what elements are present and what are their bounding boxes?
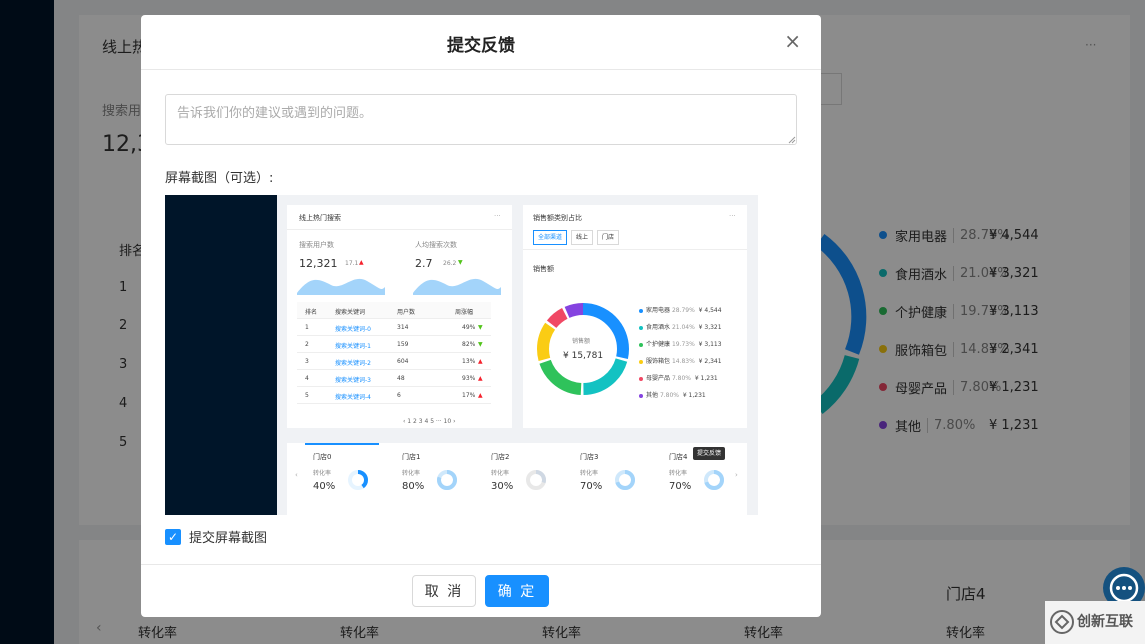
preview-hot-search-card: 线上热门搜索 ··· 搜索用户数 12,321 17.1 ▲ 人均搜索次数 2.… xyxy=(287,205,512,428)
table-row: 2搜索关键词-115982%▼ xyxy=(297,336,491,353)
preview-sales-donut xyxy=(535,301,631,397)
submit-screenshot-checkbox[interactable]: ✓ xyxy=(165,529,181,545)
preview-search-users-delta: 17.1 xyxy=(345,259,358,268)
preview-search-users-value: 12,321 xyxy=(299,257,338,270)
preview-store-name: 门店1 xyxy=(402,453,420,462)
preview-store-name: 门店2 xyxy=(491,453,509,462)
cancel-button[interactable]: 取 消 xyxy=(412,575,476,607)
preview-store-conv-label: 转化率 xyxy=(491,469,509,478)
preview-store-conv-label: 转化率 xyxy=(669,469,687,478)
preview-avg-searches-delta: 26.2 xyxy=(443,259,456,268)
modal-header: 提交反馈 × xyxy=(141,15,821,70)
preview-sparkline-2 xyxy=(413,271,501,295)
preview-store-conv-label: 转化率 xyxy=(313,469,331,478)
preview-prev-arrow-icon[interactable]: ‹ xyxy=(295,471,298,480)
preview-sales-label: 销售额 xyxy=(533,265,554,274)
preview-sales-card: 销售额类别占比 ··· 全部渠道 线上 门店 销售额 销售额 ¥ 15,781 … xyxy=(523,205,747,428)
preview-tab-all[interactable]: 全部渠道 xyxy=(533,230,567,245)
preview-card-divider xyxy=(523,249,747,250)
feedback-modal: 提交反馈 × 屏幕截图（可选）: 线上热门搜索 ··· 搜索用户数 12,321… xyxy=(141,15,821,617)
table-row: 3搜索关键词-260413%▲ xyxy=(297,353,491,370)
preview-store-ring xyxy=(436,469,458,491)
preview-legend-item: 服饰箱包 14.83% ¥ 2,341 xyxy=(639,356,722,365)
preview-store-conv-value: 70% xyxy=(580,481,602,493)
close-icon[interactable]: × xyxy=(784,31,801,51)
preview-store-ring xyxy=(614,469,636,491)
submit-screenshot-label: 提交屏幕截图 xyxy=(189,527,267,546)
preview-store-ring xyxy=(525,469,547,491)
preview-card-divider xyxy=(287,229,512,230)
table-row: 1搜索关键词-031449%▼ xyxy=(297,319,491,336)
modal-footer: 取 消 确 定 xyxy=(141,564,821,617)
preview-more-icon: ··· xyxy=(494,212,501,221)
preview-stores-card: ‹ › 门店0 转化率 40% 门店1 转化率 80% 门店2 转化率 30% … xyxy=(287,443,747,515)
preview-avg-searches-value: 2.7 xyxy=(415,257,433,270)
preview-table-header: 排名 搜索关键词 用户数 周涨幅 xyxy=(297,302,491,319)
preview-table: 排名 搜索关键词 用户数 周涨幅 1搜索关键词-031449%▼ 2搜索关键词-… xyxy=(287,300,512,410)
watermark-text: 创新互联 xyxy=(1077,611,1133,631)
preview-store-name: 门店3 xyxy=(580,453,598,462)
watermark-logo: 创新互联 xyxy=(1045,601,1145,644)
preview-store-conv-label: 转化率 xyxy=(580,469,598,478)
table-row: 4搜索关键词-34893%▲ xyxy=(297,370,491,387)
preview-card-title: 线上热门搜索 xyxy=(299,214,341,223)
preview-tab-store[interactable]: 门店 xyxy=(597,230,619,245)
preview-active-tab-bar xyxy=(305,443,379,445)
preview-donut-label: 销售额 xyxy=(572,337,590,346)
preview-down-arrow-icon: ▼ xyxy=(458,258,463,267)
screenshot-preview: 线上热门搜索 ··· 搜索用户数 12,321 17.1 ▲ 人均搜索次数 2.… xyxy=(165,195,758,515)
preview-store-conv-value: 40% xyxy=(313,481,335,493)
preview-store-conv-value: 30% xyxy=(491,481,513,493)
preview-avg-searches-label: 人均搜索次数 xyxy=(415,241,457,250)
preview-store-name: 门店0 xyxy=(313,453,331,462)
preview-legend-item: 家用电器 28.79% ¥ 4,544 xyxy=(639,305,722,314)
preview-next-arrow-icon[interactable]: › xyxy=(735,471,738,480)
watermark-icon xyxy=(1049,609,1075,635)
screenshot-label: 屏幕截图（可选）: xyxy=(165,167,273,186)
preview-legend-item: 个护健康 19.73% ¥ 3,113 xyxy=(639,339,722,348)
preview-legend-item: 其他 7.80% ¥ 1,231 xyxy=(639,390,706,399)
preview-donut-value: ¥ 15,781 xyxy=(563,351,603,362)
preview-store-conv-label: 转化率 xyxy=(402,469,420,478)
preview-tab-online[interactable]: 线上 xyxy=(571,230,593,245)
feedback-textarea[interactable] xyxy=(165,94,797,145)
preview-legend-item: 食用酒水 21.04% ¥ 3,321 xyxy=(639,322,722,331)
preview-legend-item: 母婴产品 7.80% ¥ 1,231 xyxy=(639,373,718,382)
preview-store-conv-value: 70% xyxy=(669,481,691,493)
preview-more-icon: ··· xyxy=(729,212,736,221)
submit-screenshot-checkbox-row[interactable]: ✓ 提交屏幕截图 xyxy=(165,527,267,546)
preview-store-ring xyxy=(347,469,369,491)
table-row: 5搜索关键词-4617%▲ xyxy=(297,387,491,404)
preview-pagination[interactable]: ‹ 1 2 3 4 5 ··· 10 › xyxy=(403,417,456,426)
preview-sparkline-1 xyxy=(297,271,385,295)
preview-store-name: 门店4 xyxy=(669,453,687,462)
preview-store-conv-value: 80% xyxy=(402,481,424,493)
preview-tooltip: 提交反馈 xyxy=(693,447,725,460)
preview-search-users-label: 搜索用户数 xyxy=(299,241,334,250)
ok-button[interactable]: 确 定 xyxy=(485,575,549,607)
preview-sidebar xyxy=(165,195,277,515)
preview-up-arrow-icon: ▲ xyxy=(359,258,364,267)
resize-handle-icon xyxy=(788,136,796,144)
modal-title: 提交反馈 xyxy=(141,31,821,56)
preview-store-ring xyxy=(703,469,725,491)
preview-sales-title: 销售额类别占比 xyxy=(533,214,582,223)
